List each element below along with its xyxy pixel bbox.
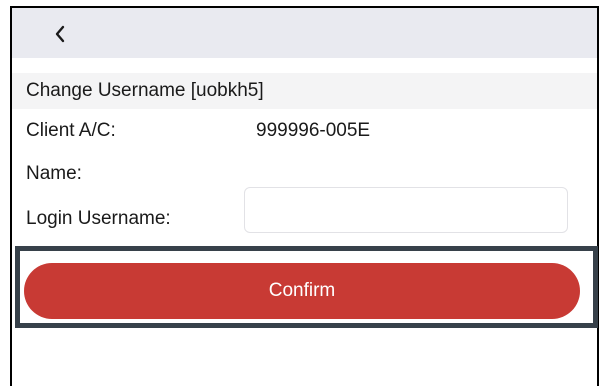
chevron-left-icon [53, 23, 67, 45]
navigation-bar [12, 8, 597, 58]
login-username-input[interactable] [244, 187, 568, 233]
name-label: Name: [26, 163, 82, 184]
client-ac-value: 999996-005E [256, 120, 371, 141]
confirm-button[interactable]: Confirm [24, 263, 580, 319]
client-ac-label: Client A/C: [26, 120, 116, 141]
login-username-label: Login Username: [26, 208, 171, 229]
page-title: Change Username [uobkh5] [12, 73, 597, 109]
back-button[interactable] [42, 16, 78, 52]
